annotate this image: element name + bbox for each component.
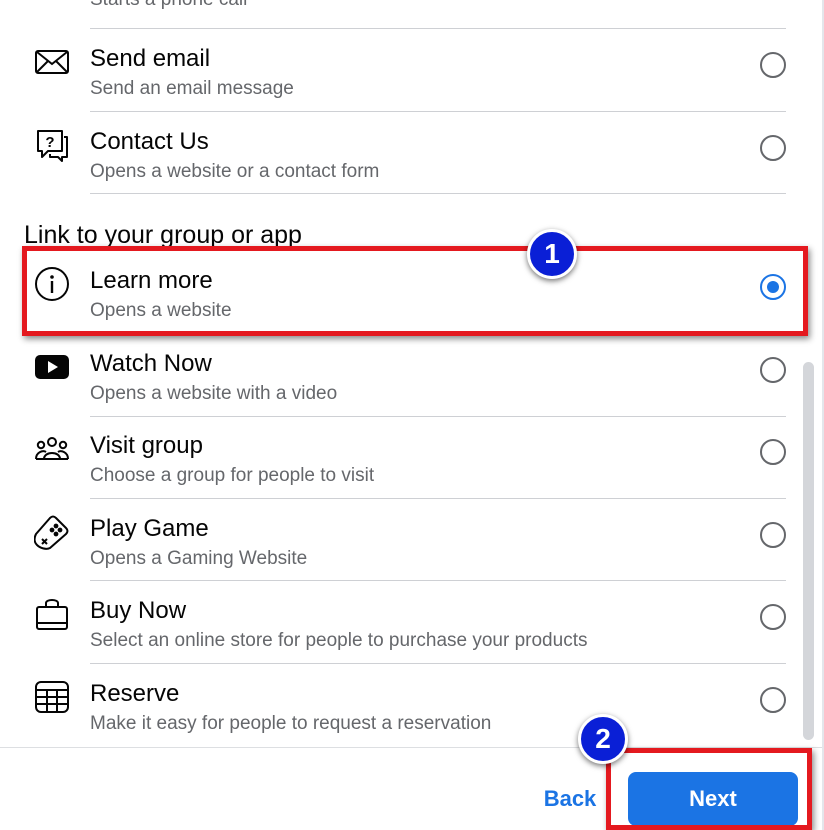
info-icon	[34, 266, 70, 302]
radio-button[interactable]	[760, 522, 786, 548]
divider	[90, 193, 786, 194]
svg-text:?: ?	[45, 134, 54, 151]
radio-button[interactable]	[760, 604, 786, 630]
divider	[90, 663, 786, 664]
divider	[90, 498, 786, 499]
radio-button[interactable]	[760, 687, 786, 713]
divider	[90, 580, 786, 581]
radio-button-selected[interactable]	[760, 274, 786, 300]
option-reserve[interactable]: Reserve Make it easy for people to reque…	[22, 665, 786, 747]
option-title: Play Game	[90, 515, 209, 542]
option-visit-group[interactable]: Visit group Choose a group for people to…	[22, 417, 786, 499]
group-icon	[34, 431, 70, 467]
radio-button[interactable]	[760, 52, 786, 78]
next-button[interactable]: Next	[628, 772, 798, 826]
play-video-icon	[34, 349, 70, 385]
option-subtitle: Opens a website with a video	[90, 383, 338, 404]
radio-button[interactable]	[760, 135, 786, 161]
option-subtitle: Choose a group for people to visit	[90, 465, 375, 486]
option-title: Contact Us	[90, 128, 209, 155]
option-play-game[interactable]: Play Game Opens a Gaming Website	[22, 500, 786, 582]
option-title: Visit group	[90, 432, 203, 459]
option-title: Buy Now	[90, 597, 187, 624]
option-subtitle: Opens a Gaming Website	[90, 548, 308, 569]
option-title: Learn more	[90, 267, 213, 294]
option-contact-us[interactable]: ? Contact Us Opens a website or a contac…	[22, 113, 786, 195]
annotation-step-badge-2: 2	[578, 714, 628, 764]
section-header: Link to your group or app	[24, 221, 302, 246]
option-subtitle: Select an online store for people to pur…	[90, 630, 588, 651]
option-learn-more[interactable]: Learn more Opens a website	[22, 252, 786, 334]
option-title: Send email	[90, 45, 211, 72]
calendar-icon	[34, 679, 70, 715]
action-button-panel: Starts a phone call Send email Send an e…	[0, 0, 824, 830]
option-title: Reserve	[90, 680, 180, 707]
divider	[90, 111, 786, 112]
divider	[90, 28, 786, 29]
option-watch-now[interactable]: Watch Now Opens a website with a video	[22, 335, 786, 417]
question-bubble-icon: ?	[34, 127, 70, 163]
option-title: Watch Now	[90, 350, 212, 377]
radio-button[interactable]	[760, 439, 786, 465]
option-subtitle: Opens a website or a contact form	[90, 161, 380, 182]
option-send-email[interactable]: Send email Send an email message	[22, 30, 786, 112]
radio-button[interactable]	[760, 357, 786, 383]
partial-option-subtitle: Starts a phone call	[90, 0, 247, 12]
game-controller-icon	[34, 514, 70, 550]
option-subtitle: Opens a website	[90, 300, 232, 321]
option-subtitle: Make it easy for people to request a res…	[90, 713, 492, 734]
footer-divider	[0, 747, 822, 748]
shopping-bag-icon	[34, 596, 70, 632]
envelope-icon	[34, 44, 70, 80]
scrollbar-thumb[interactable]	[803, 362, 814, 740]
option-subtitle: Send an email message	[90, 78, 294, 99]
back-button[interactable]: Back	[530, 775, 610, 823]
option-buy-now[interactable]: Buy Now Select an online store for peopl…	[22, 582, 786, 664]
annotation-step-badge-1: 1	[527, 229, 577, 279]
